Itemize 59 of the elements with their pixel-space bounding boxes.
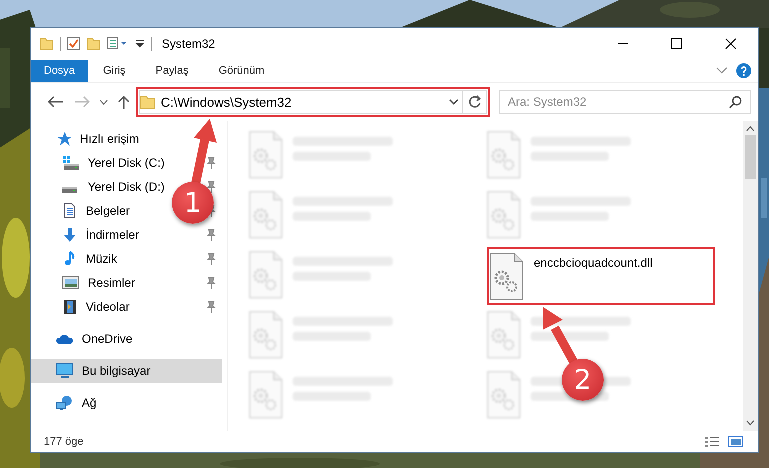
network-icon	[56, 395, 74, 411]
file-name: enccbcioquadcount.dll	[534, 256, 653, 270]
refresh-icon[interactable]	[468, 95, 482, 109]
download-icon	[62, 227, 78, 243]
dll-file-icon	[249, 131, 283, 179]
up-icon[interactable]	[118, 95, 130, 109]
dll-file-icon	[249, 191, 283, 239]
expand-ribbon-icon[interactable]	[716, 67, 728, 75]
scroll-up-icon[interactable]	[746, 125, 755, 133]
scroll-down-icon[interactable]	[746, 419, 755, 427]
chevron-down-icon[interactable]	[100, 100, 108, 104]
dropdown-icon	[135, 39, 145, 49]
dll-file-icon	[487, 311, 521, 359]
new-folder-icon	[87, 36, 101, 52]
dll-file-icon	[490, 253, 524, 301]
sidebar-item[interactable]: İndirmeler	[31, 223, 222, 247]
dll-file-icon	[487, 191, 521, 239]
back-icon[interactable]	[48, 96, 64, 108]
ribbon-tab[interactable]: Dosya	[31, 60, 88, 82]
customize-toolbar-icon	[107, 37, 129, 51]
file-item[interactable]: enccbcioquadcount.dll	[490, 250, 712, 302]
dll-file-icon	[487, 131, 521, 179]
dll-file-icon	[249, 371, 283, 419]
window-title: System32	[162, 37, 216, 51]
close-icon	[725, 38, 737, 50]
document-icon	[62, 203, 78, 219]
star-icon	[56, 131, 72, 147]
dll-file-icon	[249, 251, 283, 299]
sidebar-item[interactable]: Videolar	[31, 295, 222, 319]
maximize-icon	[671, 38, 683, 50]
search-icon[interactable]	[729, 95, 743, 109]
ribbon-tab[interactable]: Giriş	[88, 60, 141, 82]
dll-file-icon	[487, 371, 521, 419]
ribbon-tab[interactable]: Paylaş	[140, 60, 204, 82]
sidebar-item[interactable]: Ağ	[31, 391, 222, 415]
drive-icon	[62, 155, 80, 171]
help-icon[interactable]	[736, 63, 752, 79]
chevron-down-icon[interactable]	[449, 99, 459, 105]
sidebar-item[interactable]: OneDrive	[31, 327, 222, 351]
pictures-icon	[62, 275, 80, 291]
large-icons-view-icon[interactable]	[728, 435, 744, 449]
scrollbar-thumb[interactable]	[745, 135, 756, 179]
details-view-icon[interactable]	[704, 435, 720, 449]
sidebar-item[interactable]: Müzik	[31, 247, 222, 271]
search-field[interactable]: Ara: System32	[499, 90, 751, 114]
item-count: 177 öge	[44, 436, 84, 448]
ribbon-tab[interactable]: Görünüm	[204, 60, 280, 82]
drive-icon	[62, 187, 77, 193]
folder-icon	[40, 36, 54, 52]
sidebar-item[interactable]: Yerel Disk (C:)	[31, 151, 222, 175]
dll-file-icon	[249, 311, 283, 359]
folder-icon	[140, 94, 156, 110]
sidebar-item[interactable]: Resimler	[31, 271, 222, 295]
computer-icon	[56, 363, 74, 379]
film-icon	[62, 299, 78, 315]
address-field[interactable]: C:\Windows\System32	[139, 90, 487, 114]
sidebar-item[interactable]: Hızlı erişim	[31, 127, 222, 151]
properties-icon	[67, 36, 81, 52]
sidebar-item[interactable]: Bu bilgisayar	[31, 359, 222, 383]
